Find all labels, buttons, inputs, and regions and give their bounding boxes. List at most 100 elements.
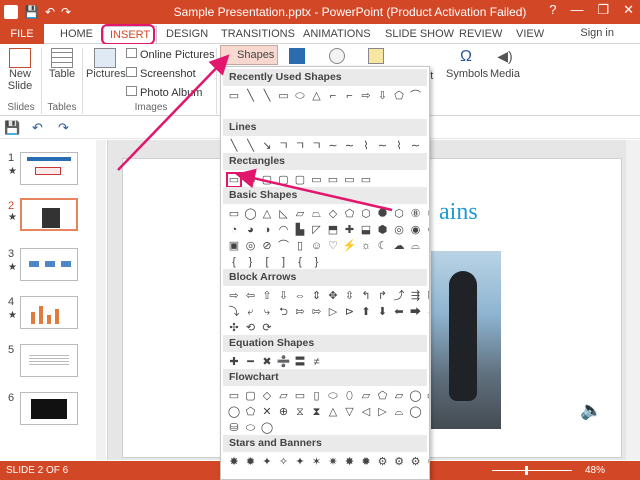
pictures-button[interactable]: Pictures — [86, 48, 126, 80]
slide-scrollbar[interactable] — [626, 140, 640, 460]
shape-option[interactable]: ⚙ — [376, 455, 390, 469]
shape-option[interactable]: ▭ — [293, 389, 307, 403]
shape-option[interactable]: ▭ — [227, 389, 241, 403]
shape-option[interactable]: ⚙ — [409, 455, 423, 469]
shape-option[interactable]: { — [293, 255, 307, 269]
shape-option[interactable]: ㄱ — [277, 139, 291, 153]
shape-option[interactable]: ↰ — [359, 289, 373, 303]
tab-animations[interactable]: ANIMATIONS — [297, 26, 377, 43]
shape-option[interactable]: ◇ — [326, 207, 340, 221]
shape-option[interactable]: ⬡ — [392, 207, 406, 221]
shape-option[interactable]: ⬡ — [359, 207, 373, 221]
shape-option[interactable]: ⌐ — [326, 89, 340, 103]
shape-option[interactable]: ◯ — [409, 389, 423, 403]
shape-option[interactable]: ⧗ — [310, 405, 324, 419]
shape-option[interactable]: ⇳ — [343, 289, 357, 303]
shape-option[interactable]: ⏥ — [359, 389, 373, 403]
shape-option[interactable]: ⊘ — [425, 223, 429, 237]
shape-option[interactable]: ⇧ — [260, 289, 274, 303]
zoom-slider-thumb[interactable] — [525, 466, 528, 475]
shape-option[interactable]: ⬭ — [326, 389, 340, 403]
shape-option[interactable]: ⌒ — [277, 239, 291, 253]
shape-option[interactable]: { — [425, 89, 429, 103]
shape-option[interactable]: ⌓ — [392, 405, 406, 419]
shape-option[interactable]: ∼ — [326, 139, 340, 153]
tab-transitions[interactable]: TRANSITIONS — [215, 26, 301, 43]
shape-option[interactable]: ✦ — [293, 455, 307, 469]
shape-option[interactable]: ▯ — [293, 239, 307, 253]
shape-option[interactable]: ∼ — [376, 139, 390, 153]
slide-thumbnail-2[interactable] — [20, 198, 78, 231]
shape-option[interactable]: ◁ — [359, 405, 373, 419]
shape-option[interactable]: ✕ — [260, 405, 274, 419]
shape-option[interactable]: ⬓ — [359, 223, 373, 237]
shape-option[interactable]: ⏢ — [310, 207, 324, 221]
shape-option[interactable]: ✹ — [244, 455, 258, 469]
shape-option[interactable]: ╲ — [260, 89, 274, 103]
shape-option[interactable]: ≠ — [310, 355, 324, 369]
shape-option[interactable]: ⇨ — [227, 289, 241, 303]
audio-speaker-icon[interactable]: 🔈 — [580, 400, 602, 421]
photo-album-button[interactable]: Photo Album — [126, 86, 202, 99]
shape-option[interactable]: ▢ — [277, 173, 291, 187]
shape-option[interactable]: ◑ — [260, 223, 274, 237]
shape-option[interactable]: ╲ — [227, 139, 241, 153]
shape-option[interactable]: ✖ — [260, 355, 274, 369]
shape-option[interactable]: ✸ — [343, 455, 357, 469]
shape-option[interactable]: ☾ — [376, 239, 390, 253]
shape-option[interactable]: ◎ — [392, 223, 406, 237]
shape-option[interactable]: ⬭ — [293, 89, 307, 103]
shape-option[interactable]: ⮌ — [277, 305, 291, 319]
shape-option[interactable]: ⊘ — [260, 239, 274, 253]
undo-icon[interactable]: ↶ — [45, 3, 55, 21]
shape-option[interactable]: ✚ — [227, 355, 241, 369]
shape-option[interactable]: ▭ — [277, 89, 291, 103]
penguins-picture[interactable] — [431, 251, 501, 429]
redo-icon[interactable]: ↷ — [61, 3, 71, 21]
shape-option[interactable]: 〓 — [293, 355, 307, 369]
tab-home[interactable]: HOME — [54, 26, 99, 43]
shape-option[interactable]: ⤷ — [260, 305, 274, 319]
shape-option[interactable]: ㄱ — [293, 139, 307, 153]
tab-file[interactable]: FILE — [0, 24, 44, 44]
tab-design[interactable]: DESIGN — [160, 26, 214, 43]
shape-option[interactable]: ⌒ — [409, 89, 423, 103]
shape-option[interactable]: ✶ — [310, 455, 324, 469]
shape-option[interactable]: ▢ — [260, 173, 274, 187]
shape-option[interactable]: } — [310, 255, 324, 269]
shape-option[interactable]: ⬠ — [376, 389, 390, 403]
shape-option[interactable]: ☺ — [310, 239, 324, 253]
shapes-button[interactable]: Shapes ▾ — [220, 45, 278, 78]
redo-icon[interactable]: ↷ — [58, 120, 69, 136]
shape-option[interactable]: ⟳ — [260, 321, 274, 335]
shape-option[interactable]: ✷ — [326, 455, 340, 469]
shape-option[interactable]: { — [227, 255, 241, 269]
minimize-button[interactable]: — — [570, 2, 583, 18]
shape-option[interactable]: ⤵ — [227, 305, 241, 319]
shape-option[interactable]: ⇰ — [293, 305, 307, 319]
shape-option[interactable]: ⑩ — [425, 207, 429, 221]
shape-option[interactable]: ⬅ — [392, 305, 406, 319]
symbols-button[interactable]: Ω Symbols — [446, 48, 488, 80]
shape-option[interactable]: ∼ — [409, 139, 423, 153]
sign-in-link[interactable]: Sign in — [580, 27, 614, 39]
shape-option[interactable]: ♡ — [326, 239, 340, 253]
shape-option[interactable]: ⌇ — [359, 139, 373, 153]
shape-option[interactable]: ╲ — [244, 139, 258, 153]
undo-icon[interactable]: ↶ — [32, 120, 43, 136]
table-button[interactable]: Table — [46, 48, 78, 80]
shape-option[interactable]: ⬠ — [343, 207, 357, 221]
shape-option[interactable]: ⤴ — [392, 289, 406, 303]
shape-option[interactable]: ▭ — [310, 173, 324, 187]
shape-option[interactable]: ◯ — [244, 207, 258, 221]
screenshot-button[interactable]: Screenshot — [126, 67, 196, 80]
shape-option[interactable]: ▭ — [244, 173, 258, 187]
shape-option[interactable]: ⊕ — [277, 405, 291, 419]
slide-thumbnail-1[interactable] — [20, 152, 78, 185]
shape-option[interactable]: ▭ — [359, 173, 373, 187]
shape-option[interactable]: ◕ — [244, 223, 258, 237]
shape-option[interactable]: ▽ — [343, 405, 357, 419]
zoom-level[interactable]: 48% — [585, 465, 605, 476]
shape-option[interactable]: ⟲ — [244, 321, 258, 335]
save-icon[interactable]: 💾 — [24, 3, 39, 21]
